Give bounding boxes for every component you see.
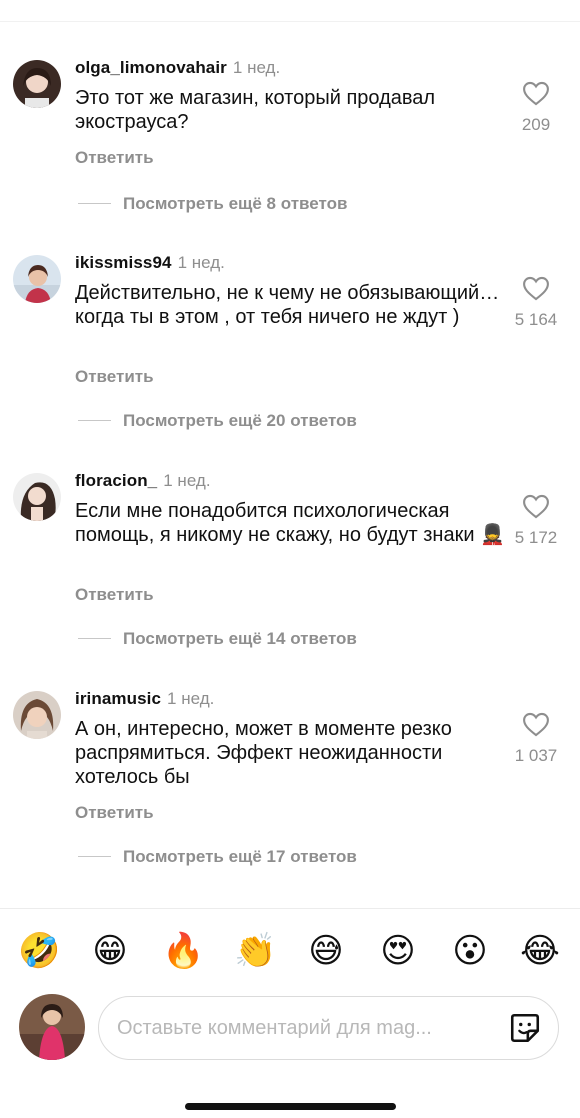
timestamp: 1 нед. [177,253,225,272]
emoji-rofl[interactable]: 🤣 [18,931,60,971]
like-count: 1 037 [514,746,558,765]
username[interactable]: floracion_ [75,471,157,490]
view-more-label[interactable]: Посмотреть ещё 8 ответов [123,194,347,214]
timestamp: 1 нед. [167,689,215,708]
emoji-joy[interactable]: 😂 [520,931,560,971]
like-count: 5 172 [514,528,558,547]
timestamp: 1 нед. [163,471,211,490]
emoji-open-mouth[interactable]: 😮 [450,931,490,971]
comment-input-container [98,996,559,1060]
reply-button[interactable]: Ответить [75,585,154,605]
comment-text: Действительно, не к чему не обязывающий…… [75,282,500,328]
emoji-clap[interactable]: 👏 [234,931,276,971]
view-more-label[interactable]: Посмотреть ещё 20 ответов [123,411,357,431]
top-edge [0,0,580,22]
like-control[interactable]: 209 [506,80,566,135]
reply-button[interactable]: Ответить [75,367,154,387]
comment: ikissmiss94 1 нед. Действительно, не к че… [0,253,580,443]
comment-text: Если мне понадобится психологическая пом… [75,500,505,546]
sticker-icon[interactable] [508,1011,542,1045]
comment: floracion_ 1 нед. Если мне понадобится пс… [0,471,580,661]
reply-button[interactable]: Ответить [75,148,154,168]
username[interactable]: irinamusic [75,689,161,708]
like-control[interactable]: 5 172 [506,493,566,548]
emoji-sweat-smile[interactable]: 😅 [306,931,346,971]
current-user-avatar[interactable] [19,994,85,1060]
like-count: 5 164 [514,310,558,329]
comment: irinamusic 1 нед. А он, интересно, может … [0,689,580,879]
reply-button[interactable]: Ответить [75,803,154,823]
avatar[interactable] [13,473,61,521]
comment-meta: ikissmiss94 1 нед. [75,253,225,273]
divider-line [78,638,111,639]
emoji-grin[interactable]: 😁 [90,931,130,971]
view-more-replies[interactable]: Посмотреть ещё 17 ответов [75,847,415,867]
avatar[interactable] [13,255,61,303]
avatar[interactable] [13,691,61,739]
comment-text: Это тот же магазин, который продавал эко… [75,87,436,133]
view-more-replies[interactable]: Посмотреть ещё 8 ответов [75,194,415,214]
view-more-label[interactable]: Посмотреть ещё 14 ответов [123,629,357,649]
view-more-replies[interactable]: Посмотреть ещё 14 ответов [75,629,415,649]
view-more-label[interactable]: Посмотреть ещё 17 ответов [123,847,357,867]
heart-outline-icon[interactable] [522,80,550,106]
comment-input[interactable] [117,997,477,1059]
comment-meta: irinamusic 1 нед. [75,689,214,709]
heart-outline-icon[interactable] [522,493,550,519]
like-count: 209 [521,115,551,134]
view-more-replies[interactable]: Посмотреть ещё 20 ответов [75,411,415,431]
divider-line [78,203,111,204]
comment-composer [0,992,580,1072]
emoji-heart-eyes[interactable]: 😍 [378,931,418,971]
heart-outline-icon[interactable] [522,275,550,301]
username[interactable]: ikissmiss94 [75,253,172,272]
comment: olga_limonovahair 1 нед. Это тот же магаз… [0,58,580,218]
comment-text: А он, интересно, может в моменте резко р… [75,718,452,788]
heart-outline-icon[interactable] [522,711,550,737]
comment-meta: olga_limonovahair 1 нед. [75,58,280,78]
timestamp: 1 нед. [232,58,281,77]
comment-meta: floracion_ 1 нед. [75,471,211,491]
like-control[interactable]: 5 164 [506,275,566,330]
like-control[interactable]: 1 037 [506,711,566,766]
divider-line [78,856,111,857]
emoji-quick-bar: 🤣 😁 🔥 👏 😅 😍 😮 😂 [0,908,580,992]
home-indicator[interactable] [185,1103,396,1110]
divider-line [78,420,111,421]
emoji-fire[interactable]: 🔥 [162,931,204,971]
avatar[interactable] [13,60,61,108]
username[interactable]: olga_limonovahair [75,58,227,77]
